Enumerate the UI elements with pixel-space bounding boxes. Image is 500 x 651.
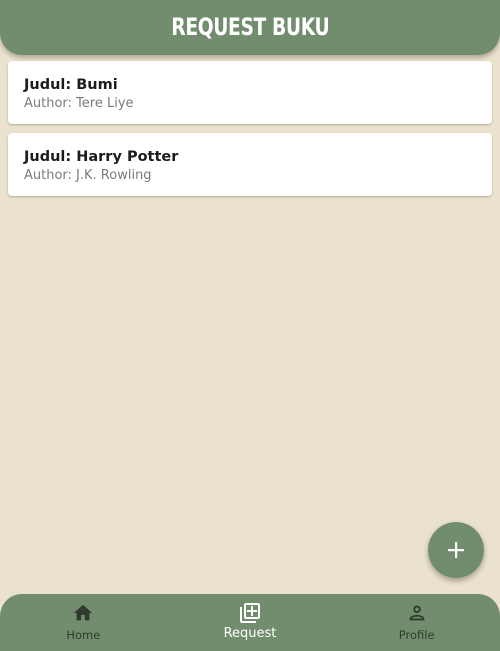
nav-item-request[interactable]: Request xyxy=(167,594,334,651)
nav-item-home[interactable]: Home xyxy=(0,594,167,651)
person-icon xyxy=(409,605,425,621)
nav-label-request: Request xyxy=(223,626,277,641)
plus-icon xyxy=(448,542,464,558)
library-add-icon xyxy=(240,603,260,623)
nav-label-home: Home xyxy=(66,628,101,642)
book-author: Author: J.K. Rowling xyxy=(24,168,152,183)
page-title: REQUEST BUKU xyxy=(170,12,330,41)
app-bar: REQUEST BUKU xyxy=(0,0,500,55)
book-title: Judul: Harry Potter xyxy=(24,149,179,165)
home-icon xyxy=(74,604,93,621)
book-author: Author: Tere Liye xyxy=(24,96,134,111)
list-item[interactable]: Judul: Bumi Author: Tere Liye xyxy=(8,61,492,124)
add-request-button[interactable] xyxy=(428,522,484,578)
book-title: Judul: Bumi xyxy=(24,77,118,93)
bottom-nav: Home Request Profile xyxy=(0,594,500,651)
nav-label-profile: Profile xyxy=(398,628,435,642)
request-list: Judul: Bumi Author: Tere Liye Judul: Har… xyxy=(8,61,492,205)
nav-item-profile[interactable]: Profile xyxy=(333,594,500,651)
list-item[interactable]: Judul: Harry Potter Author: J.K. Rowling xyxy=(8,133,492,196)
